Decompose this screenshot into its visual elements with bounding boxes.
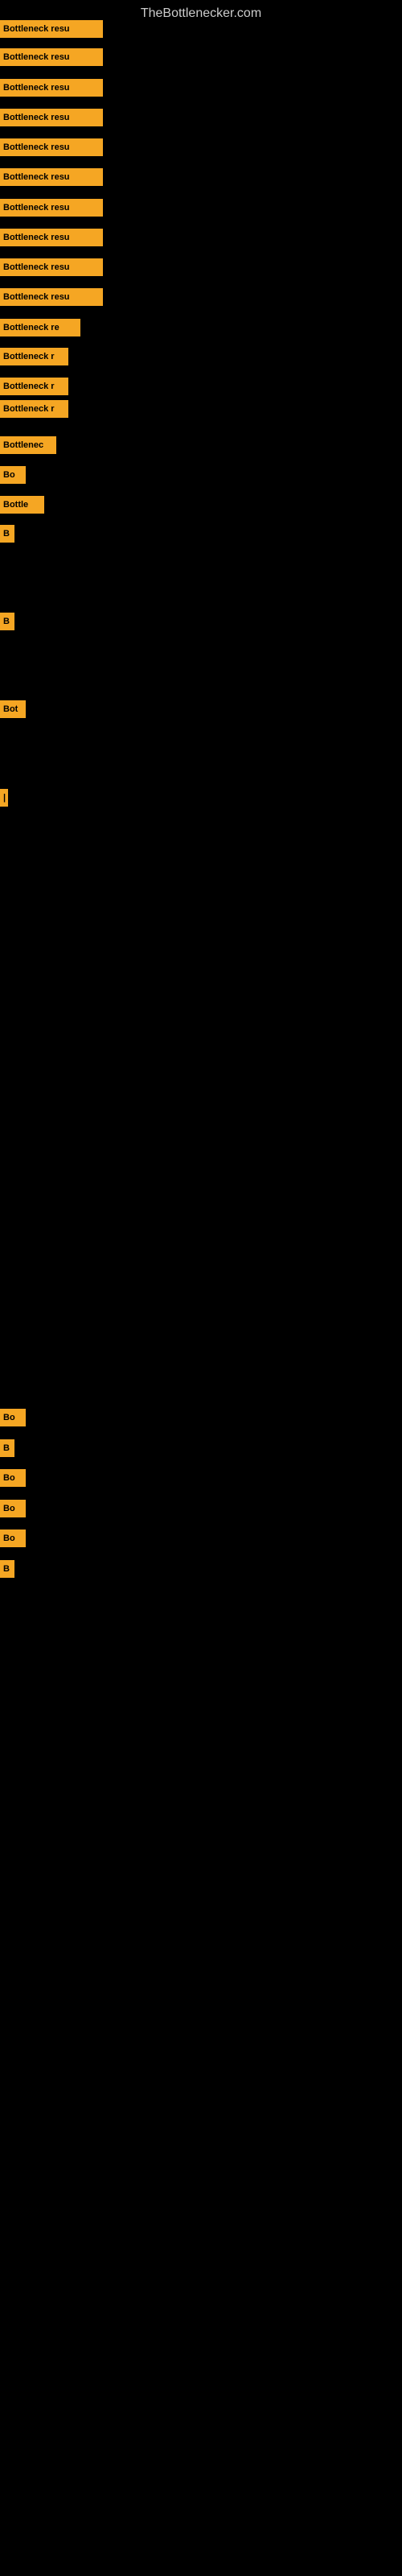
bottleneck-result-bar: Bottleneck r	[0, 400, 68, 418]
bottleneck-result-bar: B	[0, 613, 14, 630]
bottleneck-result-bar: Bottlenec	[0, 436, 56, 454]
bottleneck-result-bar: Bottleneck resu	[0, 288, 103, 306]
bottleneck-result-bar: B	[0, 525, 14, 543]
bottleneck-result-bar: Bo	[0, 1500, 26, 1517]
bottleneck-result-bar: Bottleneck re	[0, 319, 80, 336]
bottleneck-result-bar: Bottleneck resu	[0, 229, 103, 246]
bottleneck-result-bar: Bottleneck resu	[0, 109, 103, 126]
bottleneck-result-bar: Bo	[0, 466, 26, 484]
bottleneck-result-bar: |	[0, 789, 8, 807]
bottleneck-result-bar: Bottleneck resu	[0, 48, 103, 66]
bottleneck-result-bar: Bottleneck resu	[0, 79, 103, 97]
bottleneck-result-bar: Bo	[0, 1409, 26, 1426]
bottleneck-result-bar: B	[0, 1439, 14, 1457]
bottleneck-result-bar: Bottle	[0, 496, 44, 514]
bottleneck-result-bar: Bottleneck resu	[0, 168, 103, 186]
bottleneck-result-bar: Bottleneck r	[0, 378, 68, 395]
bottleneck-result-bar: Bo	[0, 1469, 26, 1487]
bottleneck-result-bar: Bottleneck resu	[0, 20, 103, 38]
bottleneck-result-bar: Bottleneck resu	[0, 199, 103, 217]
bottleneck-result-bar: Bottleneck r	[0, 348, 68, 365]
bottleneck-result-bar: Bo	[0, 1530, 26, 1547]
bottleneck-result-bar: Bottleneck resu	[0, 258, 103, 276]
bottleneck-result-bar: Bot	[0, 700, 26, 718]
bottleneck-result-bar: Bottleneck resu	[0, 138, 103, 156]
bottleneck-result-bar: B	[0, 1560, 14, 1578]
